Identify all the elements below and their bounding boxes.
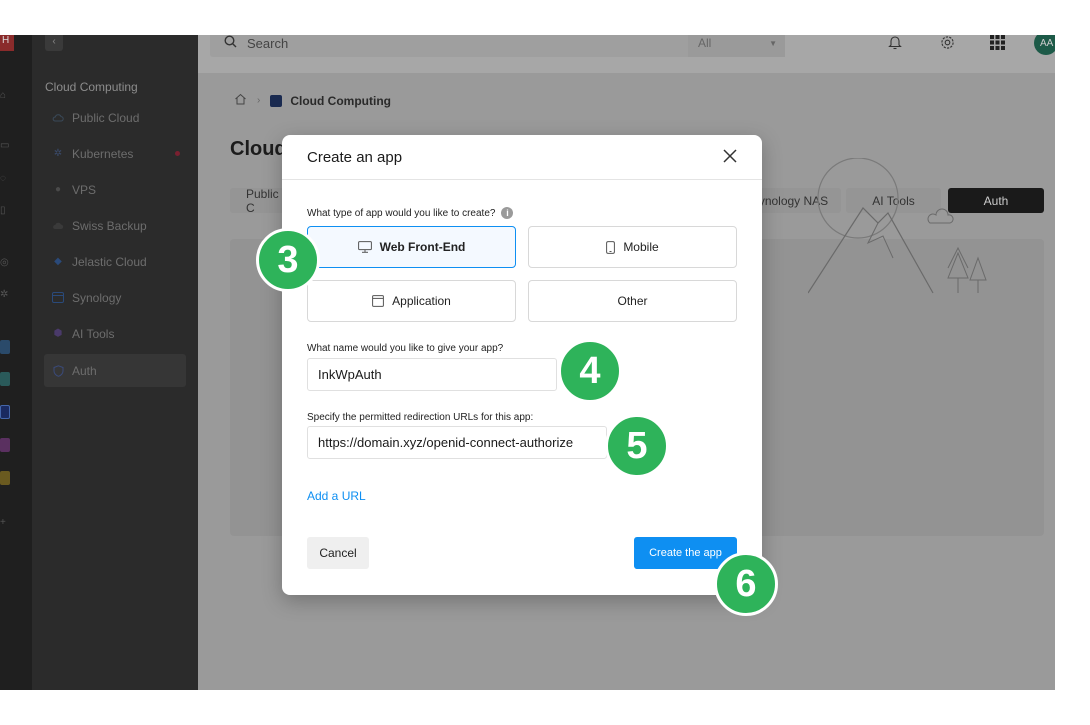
app-shortcut-icon[interactable] xyxy=(0,340,10,354)
mobile-icon xyxy=(606,240,616,254)
notification-dot xyxy=(175,151,180,156)
dialog-header: Create an app xyxy=(282,135,762,180)
app-type-label: Web Front-End xyxy=(379,240,466,254)
mountain-illustration-icon xyxy=(808,158,987,294)
app-name-question-label: What name would you like to give your ap… xyxy=(307,343,504,354)
sidebar-section-title: Cloud Computing xyxy=(45,80,138,94)
add-url-link[interactable]: Add a URL xyxy=(307,489,366,503)
cloud-computing-icon xyxy=(270,94,283,107)
sidebar-item-label: AI Tools xyxy=(72,326,115,341)
page-title: Cloud xyxy=(230,138,287,160)
sidebar-item-public-cloud[interactable]: Public Cloud xyxy=(44,101,186,134)
shield-icon xyxy=(52,364,64,377)
caret-down-icon: ▼ xyxy=(769,38,777,48)
breadcrumb: › Cloud Computing xyxy=(234,93,391,108)
cancel-button[interactable]: Cancel xyxy=(307,537,369,569)
sidebar-item-label: VPS xyxy=(72,182,97,197)
kubernetes-icon: ✲ xyxy=(53,148,63,159)
breadcrumb-current[interactable]: Cloud Computing xyxy=(290,94,391,108)
app-name-field[interactable] xyxy=(307,358,557,391)
vps-icon: ● xyxy=(54,184,62,195)
redirect-url-field[interactable] xyxy=(307,426,607,459)
sidebar-item-label: Swiss Backup xyxy=(72,218,147,233)
tab-public-cloud[interactable]: Public C xyxy=(230,187,290,215)
app-type-question: What type of app would you like to creat… xyxy=(307,207,514,219)
search-filter-value: All xyxy=(698,36,712,50)
app-name-question: What name would you like to give your ap… xyxy=(307,343,503,354)
step-marker-3: 3 xyxy=(256,228,320,292)
step-marker-5: 5 xyxy=(605,414,669,478)
app-shortcut-icon[interactable] xyxy=(0,405,10,419)
apps-grid-icon[interactable] xyxy=(990,35,1005,53)
support-icon[interactable]: ◎ xyxy=(0,257,10,269)
sidebar-item-label: Synology xyxy=(72,290,122,305)
home-icon[interactable] xyxy=(234,93,247,108)
sidebar-item-kubernetes[interactable]: ✲ Kubernetes xyxy=(44,137,186,170)
app-type-label: Application xyxy=(392,294,451,308)
bell-icon[interactable] xyxy=(888,35,902,53)
app-type-label: Mobile xyxy=(623,240,659,254)
users-icon[interactable]: ◌ xyxy=(0,173,10,185)
brand-logo: H xyxy=(0,35,14,51)
step-marker-4: 4 xyxy=(558,339,622,403)
sidebar-item-swiss-backup[interactable]: Swiss Backup xyxy=(44,209,186,242)
window-icon xyxy=(372,295,385,307)
home-icon[interactable]: ⌂ xyxy=(0,90,10,102)
sidebar-item-label: Jelastic Cloud xyxy=(72,254,147,269)
sidebar-item-ai-tools[interactable]: ⬢ AI Tools xyxy=(44,317,186,350)
synology-icon xyxy=(52,292,64,304)
sidebar-item-auth[interactable]: Auth xyxy=(44,354,186,387)
gear-icon[interactable] xyxy=(940,35,955,53)
app-type-web-front-end[interactable]: Web Front-End xyxy=(307,226,516,268)
monitor-icon xyxy=(357,241,372,253)
sidebar-item-label: Public Cloud xyxy=(72,110,140,125)
app-type-other[interactable]: Other xyxy=(528,280,737,322)
close-icon[interactable] xyxy=(722,148,738,164)
search-placeholder: Search xyxy=(247,35,289,51)
app-shortcut-icon[interactable] xyxy=(0,471,10,485)
collapse-sidebar-button[interactable]: ‹ xyxy=(45,35,63,51)
app-rail: H ⌂ ▭ ◌ ▯ ◎ ✲ + xyxy=(0,35,32,690)
app-type-label: Other xyxy=(617,294,648,308)
app-type-application[interactable]: Application xyxy=(307,280,516,322)
app-shortcut-icon[interactable] xyxy=(0,438,10,452)
top-bar: Search All ▼ AA xyxy=(198,35,1055,73)
info-icon[interactable]: i xyxy=(501,207,514,219)
settings-icon[interactable]: ✲ xyxy=(0,289,10,301)
search-icon xyxy=(224,35,237,51)
create-app-dialog: Create an app What type of app would you… xyxy=(282,135,762,595)
dialog-title: Create an app xyxy=(307,148,403,166)
document-icon[interactable]: ▭ xyxy=(0,140,10,152)
sidebar-item-jelastic-cloud[interactable]: ◆ Jelastic Cloud xyxy=(44,245,186,278)
add-app-icon[interactable]: + xyxy=(0,517,10,529)
billing-icon[interactable]: ▯ xyxy=(0,205,10,217)
cloud-icon xyxy=(52,112,64,124)
avatar[interactable]: AA xyxy=(1034,35,1055,55)
backup-cloud-icon xyxy=(52,220,64,232)
sidebar-item-label: Auth xyxy=(72,363,97,378)
app-type-question-label: What type of app would you like to creat… xyxy=(307,207,496,219)
app-shortcut-icon[interactable] xyxy=(0,372,10,386)
redirect-urls-question: Specify the permitted redirection URLs f… xyxy=(307,412,533,423)
sidebar-item-synology[interactable]: Synology xyxy=(44,281,186,314)
sidebar-item-vps[interactable]: ● VPS xyxy=(44,173,186,206)
chevron-right-icon: › xyxy=(257,95,261,106)
redirect-urls-question-label: Specify the permitted redirection URLs f… xyxy=(307,412,534,423)
step-marker-6: 6 xyxy=(714,552,778,616)
ai-tools-icon: ⬢ xyxy=(53,328,63,339)
jelastic-icon: ◆ xyxy=(54,256,62,267)
app-type-mobile[interactable]: Mobile xyxy=(528,226,737,268)
sidebar-item-label: Kubernetes xyxy=(72,146,134,161)
search-filter-select[interactable]: All ▼ xyxy=(688,35,785,57)
